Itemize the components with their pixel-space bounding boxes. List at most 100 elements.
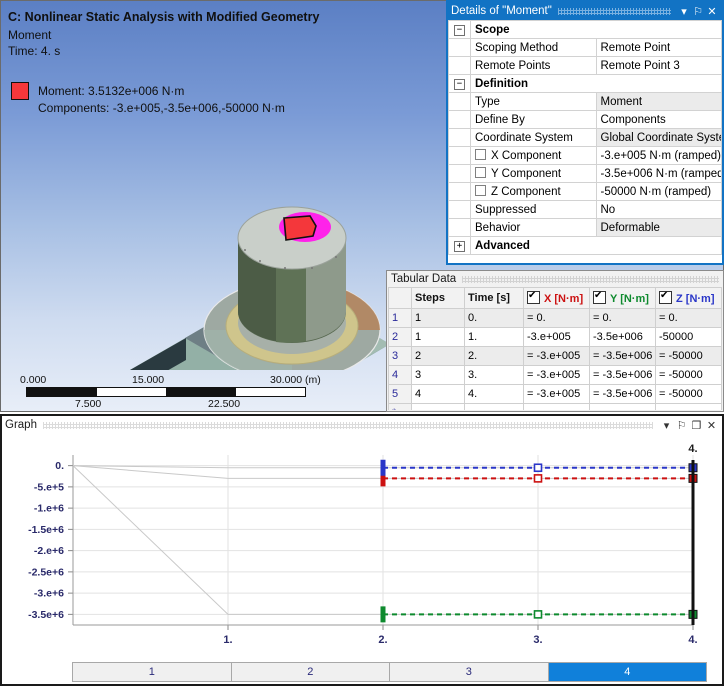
details-property-row[interactable]: Scoping MethodRemote Point bbox=[449, 39, 722, 57]
table-cell[interactable]: = -50000 bbox=[656, 385, 722, 404]
details-grid[interactable]: −ScopeScoping MethodRemote PointRemote P… bbox=[448, 20, 722, 263]
table-cell[interactable]: 2. bbox=[465, 347, 524, 366]
table-cell[interactable] bbox=[412, 404, 465, 411]
details-property-value[interactable]: Remote Point bbox=[596, 39, 722, 57]
table-cell[interactable]: -50000 bbox=[656, 328, 722, 347]
property-checkbox[interactable] bbox=[475, 167, 486, 178]
table-cell[interactable] bbox=[590, 404, 656, 411]
table-cell[interactable]: = 0. bbox=[590, 309, 656, 328]
table-cell[interactable]: = 0. bbox=[656, 309, 722, 328]
details-property-value[interactable]: Remote Point 3 bbox=[596, 57, 722, 75]
table-cell[interactable]: 0. bbox=[465, 309, 524, 328]
expander-icon[interactable]: + bbox=[449, 237, 471, 255]
details-property-value[interactable]: -3.5e+006 N·m (ramped) bbox=[596, 165, 722, 183]
table-cell[interactable]: * bbox=[389, 404, 412, 411]
table-cell[interactable]: 4 bbox=[389, 366, 412, 385]
table-cell[interactable]: = -3.5e+006 bbox=[590, 385, 656, 404]
table-cell[interactable]: 3 bbox=[389, 347, 412, 366]
step-tab-4[interactable]: 4 bbox=[549, 663, 707, 681]
tabular-data-grid[interactable]: StepsTime [s]X [N·m]Y [N·m]Z [N·m]110.= … bbox=[388, 287, 722, 410]
details-group-row[interactable]: −Definition bbox=[449, 75, 722, 93]
graph-panel-titlebar[interactable]: Graph ▾ ⚐ ❐ ✕ bbox=[2, 416, 722, 434]
chevron-down-icon[interactable]: ▾ bbox=[659, 418, 674, 432]
table-cell[interactable]: 4. bbox=[465, 385, 524, 404]
expander-icon[interactable]: − bbox=[449, 21, 471, 39]
table-cell[interactable]: -3.e+005 bbox=[524, 328, 590, 347]
table-cell[interactable]: = -3.e+005 bbox=[524, 385, 590, 404]
step-tab-2[interactable]: 2 bbox=[232, 663, 391, 681]
pin-icon[interactable]: ⚐ bbox=[674, 418, 689, 432]
table-cell[interactable] bbox=[524, 404, 590, 411]
pin-icon[interactable]: ⚐ bbox=[691, 4, 705, 18]
details-property-value[interactable]: Moment bbox=[596, 93, 722, 111]
maximize-icon[interactable]: ❐ bbox=[689, 418, 704, 432]
details-property-value[interactable]: -50000 N·m (ramped) bbox=[596, 183, 722, 201]
details-property-row[interactable]: TypeMoment bbox=[449, 93, 722, 111]
table-cell[interactable]: 3 bbox=[412, 366, 465, 385]
expander-icon[interactable]: − bbox=[449, 75, 471, 93]
table-cell[interactable]: 2 bbox=[389, 328, 412, 347]
details-property-row[interactable]: Z Component-50000 N·m (ramped) bbox=[449, 183, 722, 201]
step-tab-3[interactable]: 3 bbox=[390, 663, 549, 681]
details-property-row[interactable]: Y Component-3.5e+006 N·m (ramped) bbox=[449, 165, 722, 183]
column-header[interactable]: X [N·m] bbox=[524, 288, 590, 309]
table-cell[interactable]: = 0. bbox=[524, 309, 590, 328]
details-group-row[interactable]: +Advanced bbox=[449, 237, 722, 255]
table-cell[interactable]: 3. bbox=[465, 366, 524, 385]
table-row[interactable]: 433.= -3.e+005= -3.5e+006= -50000 bbox=[389, 366, 722, 385]
details-property-row[interactable]: Remote PointsRemote Point 3 bbox=[449, 57, 722, 75]
column-checkbox[interactable] bbox=[659, 291, 672, 304]
table-cell[interactable]: = -3.5e+006 bbox=[590, 366, 656, 385]
table-cell[interactable] bbox=[465, 404, 524, 411]
column-header[interactable]: Z [N·m] bbox=[656, 288, 722, 309]
details-property-row[interactable]: BehaviorDeformable bbox=[449, 219, 722, 237]
drag-grip[interactable] bbox=[462, 276, 719, 283]
details-property-row[interactable]: SuppressedNo bbox=[449, 201, 722, 219]
column-header[interactable]: Steps bbox=[412, 288, 465, 309]
column-checkbox[interactable] bbox=[527, 291, 540, 304]
property-checkbox[interactable] bbox=[475, 185, 486, 196]
table-row[interactable]: 211.-3.e+005-3.5e+006-50000 bbox=[389, 328, 722, 347]
details-group-row[interactable]: −Scope bbox=[449, 21, 722, 39]
column-header[interactable] bbox=[389, 288, 412, 309]
table-cell[interactable]: 1. bbox=[465, 328, 524, 347]
table-cell[interactable]: = -3.e+005 bbox=[524, 366, 590, 385]
details-property-value[interactable]: Components bbox=[596, 111, 722, 129]
column-checkbox[interactable] bbox=[593, 291, 606, 304]
step-tabs[interactable]: 1234 bbox=[72, 662, 707, 682]
table-cell[interactable]: 2 bbox=[412, 347, 465, 366]
details-panel-titlebar[interactable]: Details of "Moment" ▾ ⚐ ✕ bbox=[448, 2, 722, 20]
graph-plot[interactable]: 0.-5.e+5-1.e+6-1.5e+6-2.e+6-2.5e+6-3.e+6… bbox=[3, 435, 721, 657]
table-cell[interactable]: = -50000 bbox=[656, 347, 722, 366]
table-cell[interactable]: 1 bbox=[412, 309, 465, 328]
table-cell[interactable]: = -50000 bbox=[656, 366, 722, 385]
table-row[interactable]: 110.= 0.= 0.= 0. bbox=[389, 309, 722, 328]
details-property-value[interactable]: Global Coordinate System bbox=[596, 129, 722, 147]
drag-grip[interactable] bbox=[558, 8, 671, 15]
table-row[interactable]: 322.= -3.e+005= -3.5e+006= -50000 bbox=[389, 347, 722, 366]
table-cell[interactable] bbox=[656, 404, 722, 411]
table-cell[interactable]: 1 bbox=[412, 328, 465, 347]
details-property-value[interactable]: Deformable bbox=[596, 219, 722, 237]
tabular-data-titlebar[interactable]: Tabular Data bbox=[387, 271, 723, 287]
details-property-value[interactable]: No bbox=[596, 201, 722, 219]
details-property-row[interactable]: Coordinate SystemGlobal Coordinate Syste… bbox=[449, 129, 722, 147]
column-header[interactable]: Time [s] bbox=[465, 288, 524, 309]
step-tab-1[interactable]: 1 bbox=[73, 663, 232, 681]
details-property-value[interactable]: -3.e+005 N·m (ramped) bbox=[596, 147, 722, 165]
property-checkbox[interactable] bbox=[475, 149, 486, 160]
table-cell[interactable]: = -3.e+005 bbox=[524, 347, 590, 366]
table-cell[interactable]: 1 bbox=[389, 309, 412, 328]
close-icon[interactable]: ✕ bbox=[704, 418, 719, 432]
drag-grip[interactable] bbox=[43, 422, 653, 429]
close-icon[interactable]: ✕ bbox=[705, 4, 719, 18]
column-header[interactable]: Y [N·m] bbox=[590, 288, 656, 309]
table-cell[interactable]: 5 bbox=[389, 385, 412, 404]
table-row[interactable]: 544.= -3.e+005= -3.5e+006= -50000 bbox=[389, 385, 722, 404]
details-property-row[interactable]: Define ByComponents bbox=[449, 111, 722, 129]
chevron-down-icon[interactable]: ▾ bbox=[677, 4, 691, 18]
table-row[interactable]: * bbox=[389, 404, 722, 411]
table-cell[interactable]: -3.5e+006 bbox=[590, 328, 656, 347]
details-property-row[interactable]: X Component-3.e+005 N·m (ramped) bbox=[449, 147, 722, 165]
table-cell[interactable]: 4 bbox=[412, 385, 465, 404]
